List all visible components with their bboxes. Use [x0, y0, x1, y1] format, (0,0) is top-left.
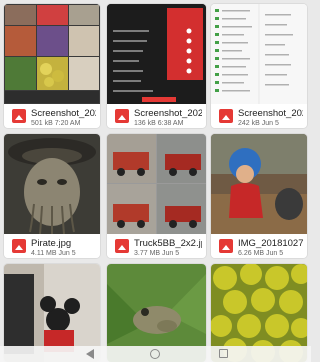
image-file-icon [115, 239, 129, 253]
file-info: Screenshot_20200 501 kB 7:20 AM [4, 104, 100, 128]
file-card[interactable]: Pirate.jpg 4.11 MB Jun 5 [4, 134, 100, 258]
file-meta: 136 kB 6:38 AM [134, 120, 184, 127]
image-file-icon [219, 109, 233, 123]
file-info: Truck5BB_2x2.jpg 3.77 MB Jun 5 [107, 234, 206, 258]
file-grid: Screenshot_20200 501 kB 7:20 AM [0, 0, 311, 362]
image-file-icon [219, 239, 233, 253]
collage-screenshot-image [4, 4, 100, 104]
thumbnail [211, 134, 307, 234]
home-icon[interactable] [150, 349, 160, 359]
file-info: Screenshot_20200 136 kB 6:38 AM [107, 104, 206, 128]
file-info: Pirate.jpg 4.11 MB Jun 5 [4, 234, 100, 258]
settings-screenshot-image [107, 4, 206, 104]
file-meta: 6.26 MB Jun 5 [238, 250, 284, 257]
file-meta: 242 kB Jun 5 [238, 120, 279, 127]
pirate-image [4, 134, 100, 234]
file-name: Pirate.jpg [31, 238, 72, 249]
file-card[interactable]: Truck5BB_2x2.jpg 3.77 MB Jun 5 [107, 134, 206, 258]
image-file-icon [12, 239, 26, 253]
thumbnail [4, 134, 100, 234]
truck-collage-image [107, 134, 206, 234]
recents-icon[interactable] [219, 349, 228, 358]
file-meta: 501 kB 7:20 AM [31, 120, 81, 127]
child-photo-image [211, 134, 307, 234]
system-nav-bar [0, 346, 311, 362]
image-file-icon [115, 109, 129, 123]
file-info: Screenshot_20200 242 kB Jun 5 [211, 104, 307, 128]
file-meta: 4.11 MB Jun 5 [31, 250, 76, 257]
file-card[interactable]: Screenshot_20200 136 kB 6:38 AM [107, 4, 206, 128]
file-name: Truck5BB_2x2.jpg [134, 238, 202, 249]
back-icon[interactable] [86, 349, 94, 359]
file-card[interactable]: Screenshot_20200 242 kB Jun 5 [211, 4, 307, 128]
thumbnail [4, 4, 100, 104]
file-name: Screenshot_20200 [134, 108, 202, 119]
image-file-icon [12, 109, 26, 123]
thumbnail [107, 4, 206, 104]
file-name: Screenshot_20200 [31, 108, 96, 119]
file-meta: 3.77 MB Jun 5 [134, 250, 180, 257]
thumbnail [107, 134, 206, 234]
file-name: Screenshot_20200 [238, 108, 303, 119]
thumbnail [211, 4, 307, 104]
menu-screenshot-image [211, 4, 307, 104]
file-info: IMG_20181027_10 6.26 MB Jun 5 [211, 234, 307, 258]
file-card[interactable]: Screenshot_20200 501 kB 7:20 AM [4, 4, 100, 128]
file-name: IMG_20181027_10 [238, 238, 303, 249]
file-card[interactable]: IMG_20181027_10 6.26 MB Jun 5 [211, 134, 307, 258]
